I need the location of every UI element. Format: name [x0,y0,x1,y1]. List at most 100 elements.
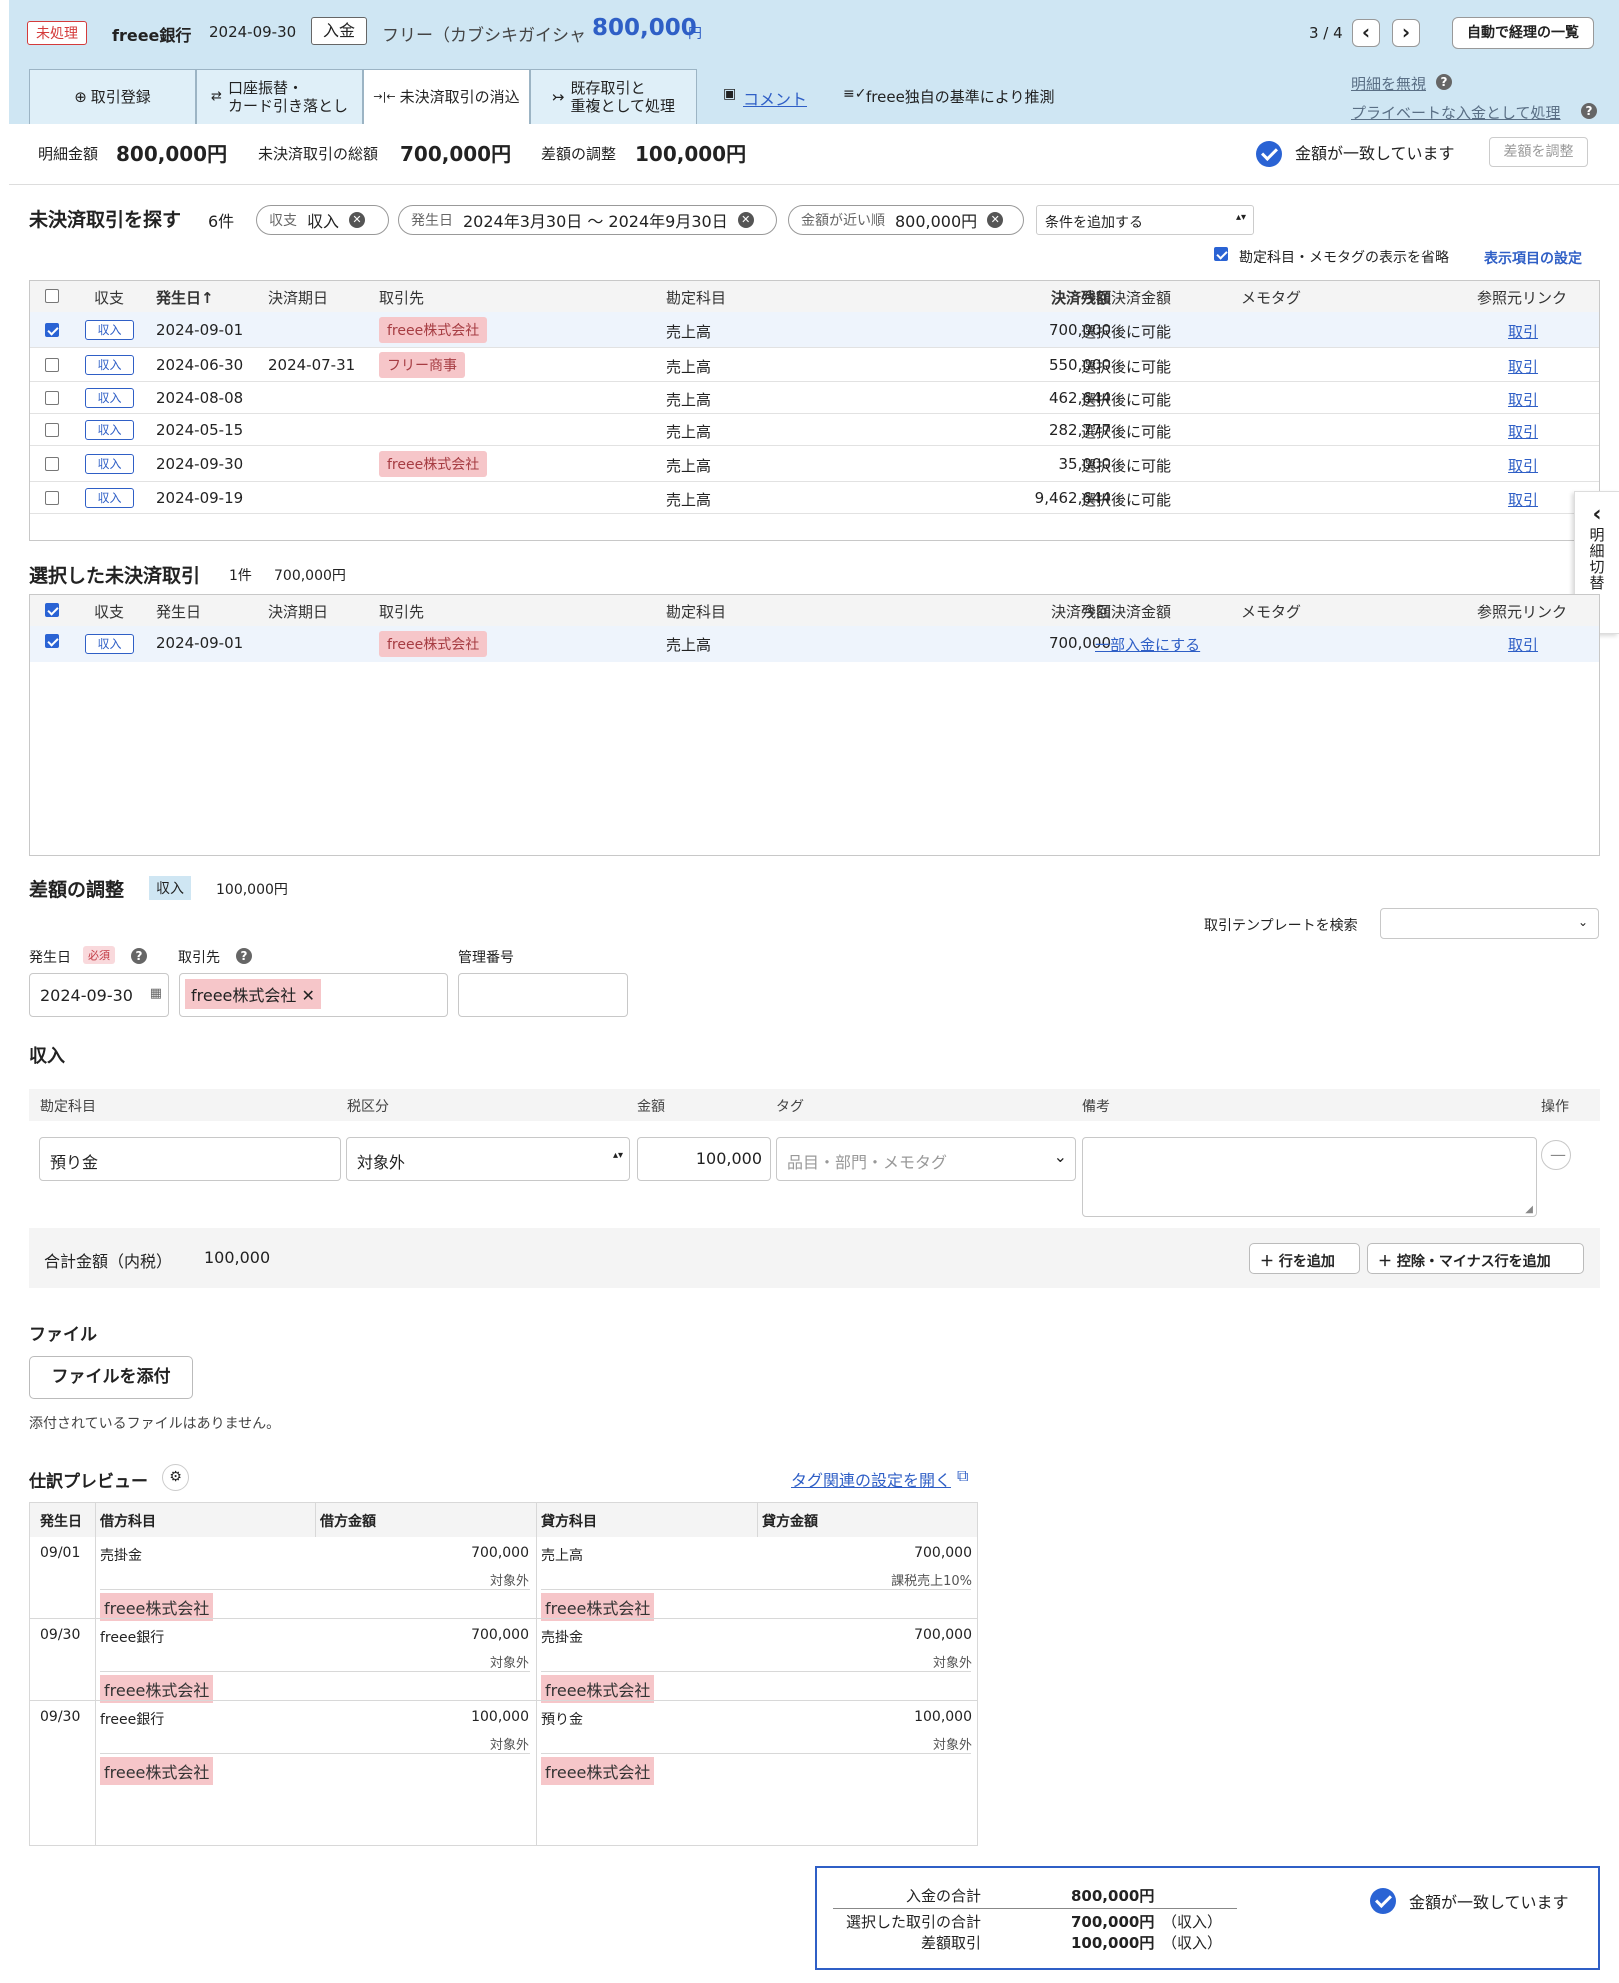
divider [100,1671,530,1672]
merge-icon: →|← [373,90,396,103]
help-icon[interactable]: ? [236,948,252,964]
omit-checkbox[interactable] [1214,247,1228,261]
partner-tag: freee株式会社 [379,317,488,343]
col-ref: 参照元リンク [1477,603,1568,621]
table-row[interactable]: 収入 2024-09-19 売上高 9,462,644 選択後に可能 取引 [30,482,1599,514]
chip-value: 収入 [307,212,340,231]
tab-duplicate[interactable]: ↣ 既存取引と 重複として処理 [530,69,697,124]
mgmt-number-input[interactable] [458,973,628,1017]
row-checkbox[interactable] [45,423,59,437]
preview-entry: 09/01 売掛金 700,000 対象外 売上高 700,000 課税売上10% freee… [30,1537,977,1621]
row-current: 選択後に可能 [1081,423,1172,441]
income-title: 収入 [29,1046,65,1067]
row-checkbox[interactable] [45,323,59,337]
table-row[interactable]: 収入 2024-06-30 2024-07-31 フリー商事 売上高 550,000 選択後… [30,348,1599,382]
col-debit-amount: 借方金額 [320,1514,376,1530]
ignore-link[interactable]: 明細を無視 [1351,73,1426,94]
row-checkbox[interactable] [45,491,59,505]
tag-settings-link[interactable]: タグ関連の設定を開く [791,1467,951,1491]
col-date[interactable]: 発生日↑ [156,287,214,308]
add-minus-row-button[interactable]: ＋ 控除・マイナス行を追加 [1367,1243,1584,1274]
select-all-checkbox[interactable] [45,603,59,617]
kind-badge: 収入 [85,634,134,654]
row-checkbox[interactable] [45,391,59,405]
preview-title: 仕訳プレビュー [29,1472,148,1492]
table-row[interactable]: 収入 2024-09-01 freee株式会社 売上高 700,000 一部入金… [30,626,1599,662]
amount-input[interactable]: 100,000 [637,1137,771,1181]
remove-row-button[interactable]: — [1541,1140,1571,1170]
resize-handle-icon[interactable]: ◢ [1525,1204,1533,1215]
ref-link[interactable]: 取引 [1508,321,1538,342]
table-row[interactable]: 収入 2024-08-08 売上高 462,644 選択後に可能 取引 [30,382,1599,414]
row-date: 2024-09-01 [156,634,244,652]
row-account: 売上高 [666,323,712,341]
table-row[interactable]: 収入 2024-09-30 freee株式会社 売上高 35,000 選択後に可能 取引 [30,446,1599,482]
close-icon[interactable]: ✕ [737,212,754,228]
ref-link[interactable]: 取引 [1508,389,1538,410]
sort-up-icon: ↑ [201,289,214,307]
row-checkbox[interactable] [45,457,59,471]
partner-input[interactable]: freee株式会社 ✕ [179,973,448,1017]
ref-link[interactable]: 取引 [1508,421,1538,442]
chevron-down-icon: ⌄ [1053,1147,1067,1166]
tab-duplicate-label: 既存取引と 重複として処理 [570,79,676,115]
next-button[interactable]: › [1392,19,1420,47]
kind-badge: 収入 [85,355,134,375]
partial-payment-link[interactable]: 一部入金にする [1095,634,1200,655]
add-minus-row-label: 控除・マイナス行を追加 [1396,1254,1551,1270]
diff-value: 100,000円 [635,142,747,166]
row-account: 売上高 [666,636,712,654]
date-input[interactable]: 2024-09-30 ▦ [29,973,169,1017]
help-icon[interactable]: ? [1581,103,1597,119]
filter-chip-date[interactable]: 発生日 2024年3月30日 〜 2024年9月30日 ✕ [398,205,777,235]
adjust-diff-button[interactable]: 差額を調整 [1489,137,1588,167]
filter-chip-kind[interactable]: 収支 収入 ✕ [256,205,389,235]
account-input[interactable]: 預り金 [39,1137,341,1181]
private-link[interactable]: プライベートな入金として処理 [1351,102,1561,123]
col-settle-date: 決済期日 [268,603,329,621]
close-icon[interactable]: ✕ [987,212,1004,228]
auto-list-button[interactable]: 自動で経理の一覧 [1452,17,1594,49]
table-row[interactable]: 収入 2024-05-15 売上高 282,777 選択後に可能 取引 [30,414,1599,446]
add-row-button[interactable]: ＋ 行を追加 [1249,1243,1360,1274]
required-badge: 必須 [83,946,115,964]
tag-select[interactable]: 品目・部門・メモタグ ⌄ [776,1137,1076,1181]
gear-icon[interactable]: ⚙ [162,1464,189,1491]
display-settings-link[interactable]: 表示項目の設定 [1484,248,1582,268]
tax-select[interactable]: 対象外 ▴▾ [346,1137,630,1181]
close-icon[interactable]: ✕ [349,212,366,228]
attach-file-button[interactable]: ファイルを添付 [29,1356,193,1399]
external-link-icon[interactable]: ⧉ [957,1466,968,1486]
add-condition-select[interactable]: 条件を追加する ▴▾ [1036,205,1254,235]
filter-chip-amount[interactable]: 金額が近い順 800,000円 ✕ [788,205,1024,235]
ref-link[interactable]: 取引 [1508,356,1538,377]
tab-reconcile[interactable]: →|← 未決済取引の消込 [363,69,530,124]
chevron-down-icon: ⌄ [1577,915,1588,929]
ref-link[interactable]: 取引 [1508,489,1538,510]
col-debit: 借方科目 [100,1514,156,1530]
tab-transfer[interactable]: ⇄ 口座振替・ カード引き落とし [196,69,363,124]
row-checkbox[interactable] [45,358,59,372]
help-icon[interactable]: ? [131,948,147,964]
entry-debit: freee銀行 [100,1630,165,1646]
diff-label: 差額の調整 [541,145,617,163]
tab-register[interactable]: ⊕ 取引登録 [29,69,196,124]
select-all-checkbox[interactable] [45,289,59,303]
ref-link[interactable]: 取引 [1508,634,1538,655]
note-textarea[interactable]: ◢ [1082,1137,1537,1217]
table-row[interactable]: 収入 2024-09-01 freee株式会社 売上高 700,000 選択後に可能 取引 [30,312,1599,348]
row-account: 売上高 [666,457,712,475]
row-checkbox[interactable] [45,634,59,648]
preview-table: 発生日 借方科目 借方金額 貸方科目 貸方金額 09/01 売掛金 700,000 対… [29,1502,978,1846]
calendar-icon[interactable]: ▦ [150,986,162,1001]
select-arrow-icon: ▴▾ [612,1150,623,1161]
prev-button[interactable]: ‹ [1352,19,1380,47]
col-kind: 収支 [94,603,125,621]
template-search-select[interactable]: ⌄ [1380,908,1599,939]
ref-link[interactable]: 取引 [1508,455,1538,476]
tab-reconcile-label: 未決済取引の消込 [399,88,520,106]
help-icon[interactable]: ? [1436,74,1452,90]
divider [541,1753,971,1754]
comment-link[interactable]: コメント [743,86,807,110]
close-icon[interactable]: ✕ [302,986,315,1005]
